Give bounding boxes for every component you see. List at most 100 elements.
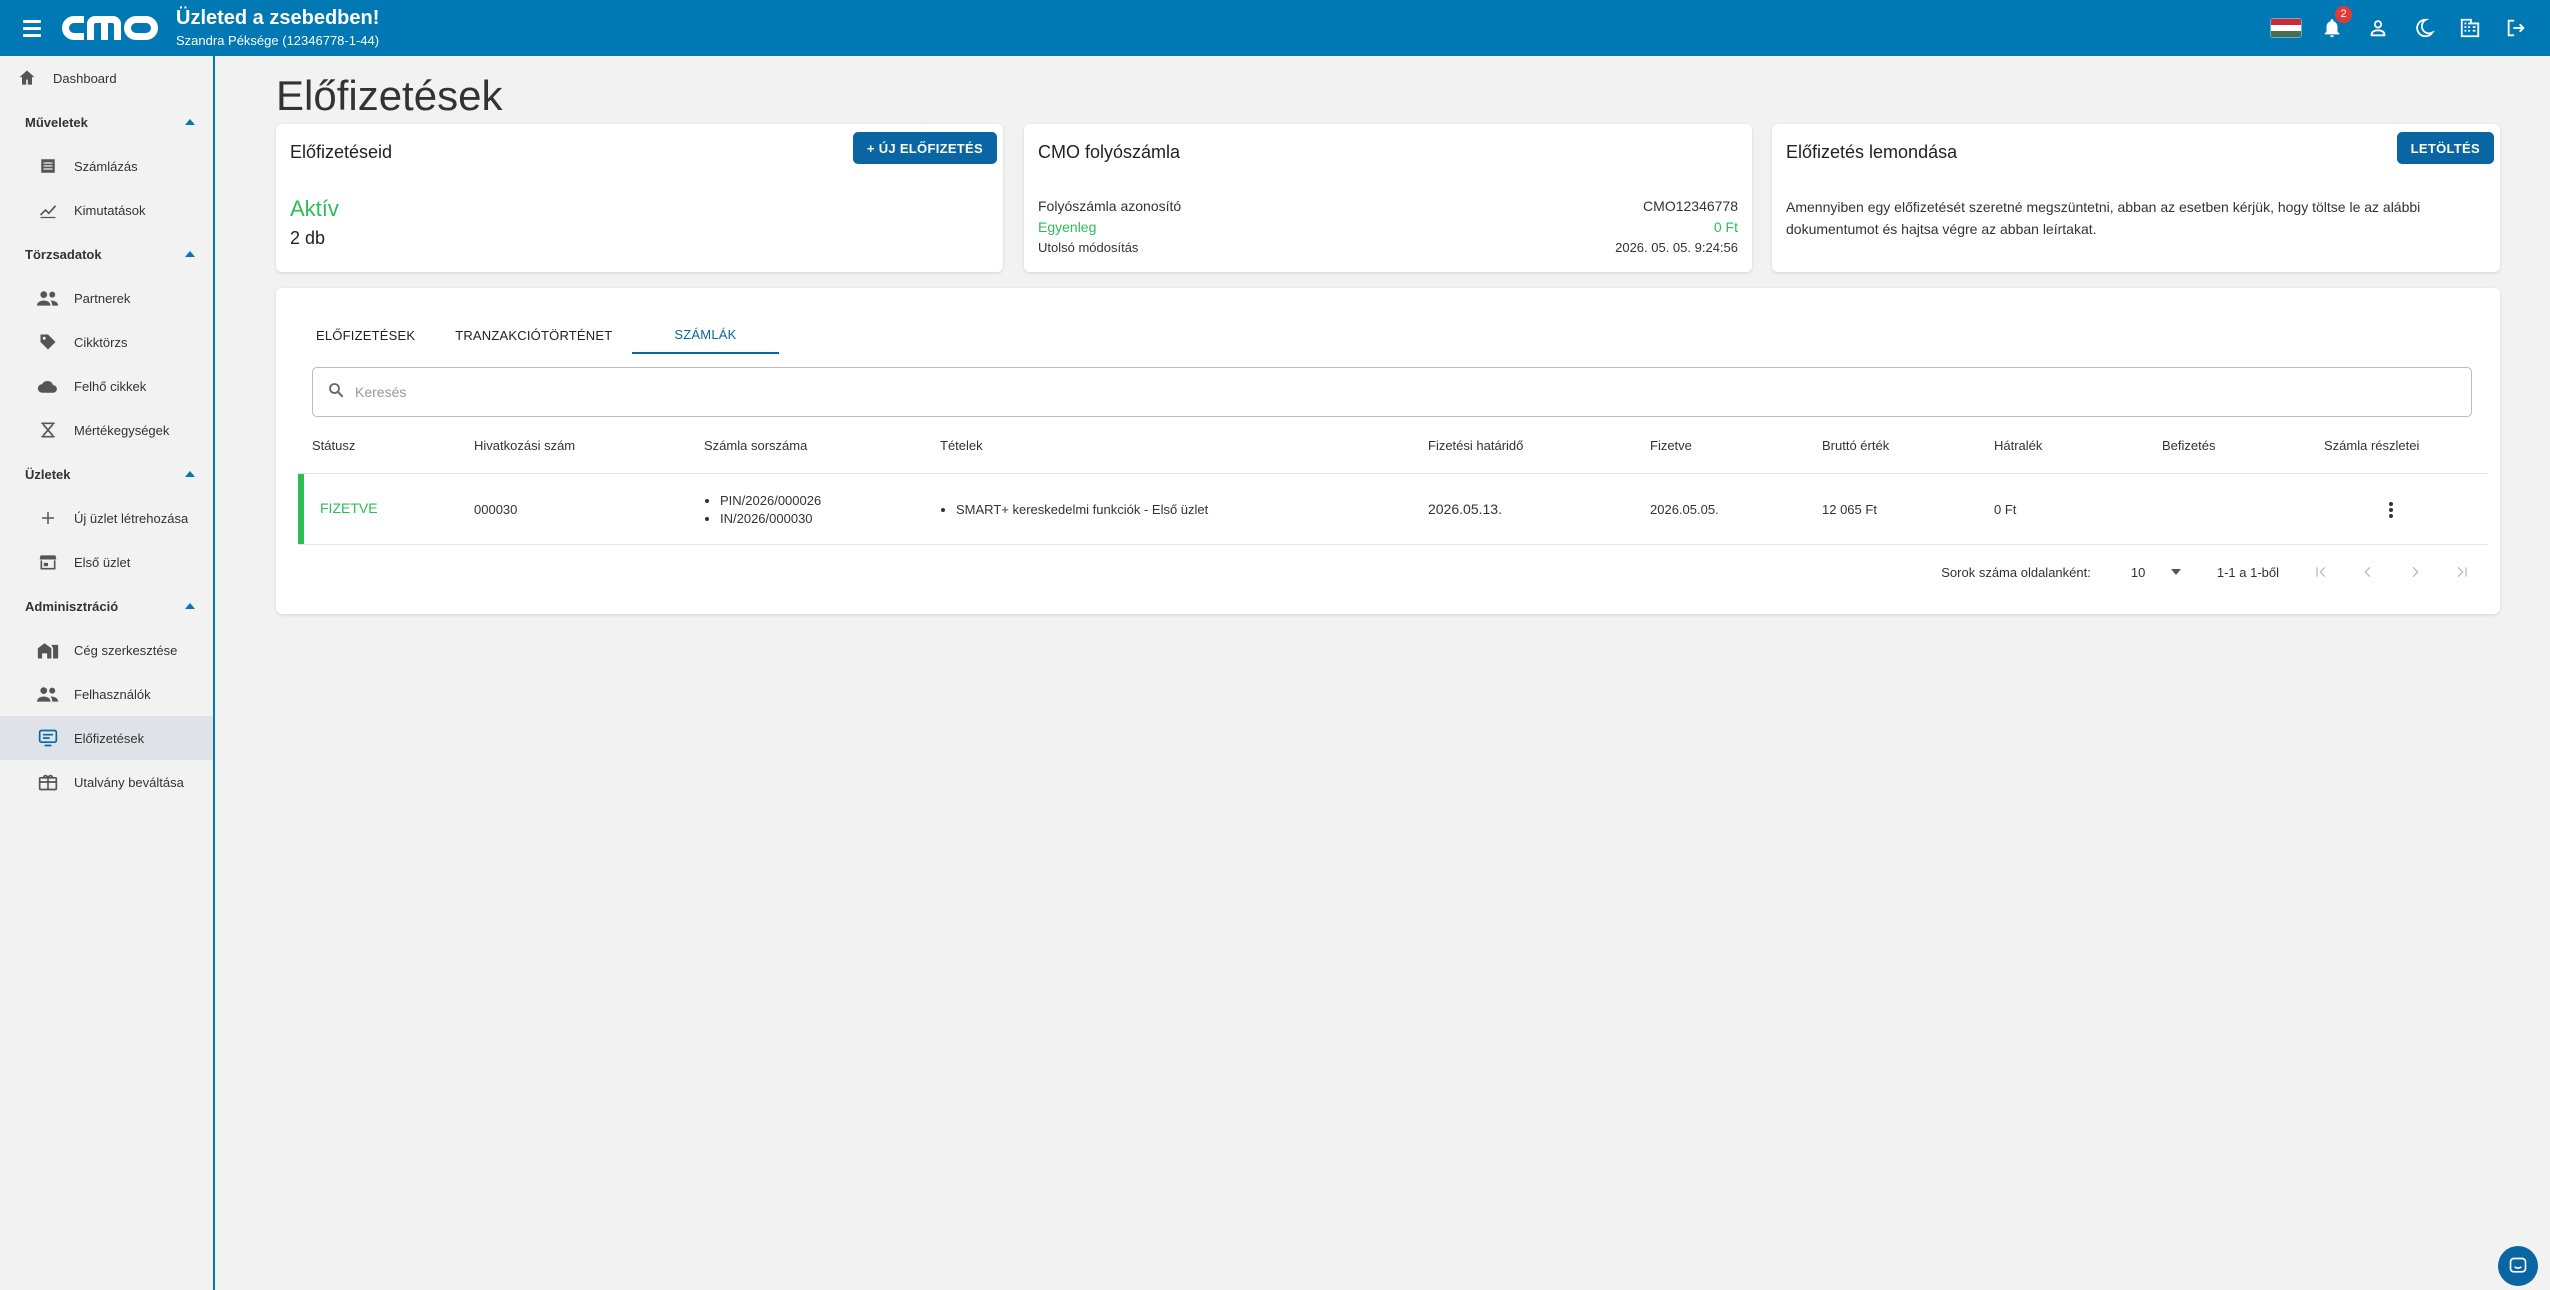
page-range: 1-1 a 1-ből (2216, 564, 2279, 580)
invoice-icon (37, 155, 59, 177)
chat-support-icon[interactable] (2498, 1246, 2538, 1286)
sidebar-item-label: Felhasználók (74, 686, 151, 702)
list-item[interactable]: IN/2026/000030 (720, 510, 821, 528)
balance-label: Egyenleg (1038, 219, 1097, 235)
tab-szamlak[interactable]: SZÁMLÁK (632, 316, 779, 354)
sidebar-item-label: Felhő cikkek (74, 378, 147, 394)
sidebar-item-utalvany[interactable]: Utalvány beváltása (0, 760, 213, 804)
sidebar-item-label: Cikktörzs (74, 334, 128, 350)
sidebar-section-uzletek[interactable]: Üzletek (0, 452, 213, 496)
tab-elofizetesek[interactable]: ELŐFIZETÉSEK (296, 316, 435, 354)
tab-tranzakciotortenet[interactable]: TRANZAKCIÓTÖRTÉNET (435, 316, 632, 354)
list-item[interactable]: PIN/2026/000026 (720, 492, 821, 510)
plus-icon (37, 507, 59, 529)
account-id-row: Folyószámla azonosító CMO12346778 (1038, 198, 1738, 214)
cmo-logo[interactable] (58, 8, 166, 48)
sidebar-section-adminisztracio[interactable]: Adminisztráció (0, 584, 213, 628)
collapse-icon (185, 251, 195, 257)
sidebar-section-torzsadatok[interactable]: Törzsadatok (0, 232, 213, 276)
hungarian-flag-icon[interactable] (2270, 12, 2302, 44)
sidebar-item-label: Cég szerkesztése (74, 642, 178, 658)
store-icon (37, 551, 59, 573)
sidebar-item-cikktorzs[interactable]: Cikktörzs (0, 320, 213, 364)
col-arrears[interactable]: Hátralék (1994, 438, 2042, 453)
first-page-icon[interactable] (2303, 556, 2339, 588)
sidebar-section-muveletek[interactable]: Műveletek (0, 100, 213, 144)
voucher-icon (37, 771, 59, 793)
col-details[interactable]: Számla részletei (2324, 438, 2419, 453)
search-input[interactable] (355, 384, 2471, 400)
cancel-instructions: Amennyiben egy előfizetését szeretné meg… (1786, 199, 2421, 237)
sidebar-item-label: Számlázás (74, 158, 138, 174)
sidebar-item-elso-uzlet[interactable]: Első üzlet (0, 540, 213, 584)
col-paid[interactable]: Fizetve (1650, 438, 1692, 453)
arrears-value: 0 Ft (1994, 502, 2017, 517)
sidebar-item-label: Első üzlet (74, 554, 131, 570)
rows-per-page-select[interactable]: 10 (2131, 565, 2181, 580)
subscription-count: 2 db (290, 228, 326, 248)
section-label: Adminisztráció (25, 598, 119, 614)
sidebar-item-label: Partnerek (74, 290, 131, 306)
last-page-icon[interactable] (2444, 556, 2480, 588)
tag-icon (37, 331, 59, 353)
notification-badge: 2 (2335, 6, 2352, 23)
sidebar-item-label: Előfizetések (74, 730, 145, 746)
modified-label: Utolsó módosítás (1038, 240, 1139, 255)
account-card: CMO folyószámla Folyószámla azonosító CM… (1024, 124, 1752, 272)
sidebar-item-szamlazas[interactable]: Számlázás (0, 144, 213, 188)
subscriptions-card: Előfizetéseid + ÚJ ELŐFIZETÉS Aktív 2 db (276, 124, 1003, 272)
account-id-label: Folyószámla azonosító (1038, 198, 1182, 214)
account-id-value: CMO12346778 (1643, 198, 1738, 214)
logout-icon[interactable] (2500, 12, 2532, 44)
dark-mode-icon[interactable] (2408, 12, 2440, 44)
col-invoice-number[interactable]: Számla sorszáma (704, 438, 807, 453)
trending-icon (37, 199, 59, 221)
sidebar-item-felho-cikkek[interactable]: Felhő cikkek (0, 364, 213, 408)
modified-row: Utolsó módosítás 2026. 05. 05. 9:24:56 (1038, 240, 1738, 255)
home-icon (16, 67, 38, 89)
col-due-date[interactable]: Fizetési határidő (1428, 438, 1523, 453)
collapse-icon (185, 471, 195, 477)
col-items[interactable]: Tételek (940, 438, 983, 453)
collapse-icon (185, 119, 195, 125)
col-gross[interactable]: Bruttó érték (1822, 438, 1889, 453)
notification-bell-icon[interactable]: 2 (2316, 6, 2352, 44)
sidebar-item-label: Mértékegységek (74, 422, 170, 438)
sidebar-item-elofizetesek[interactable]: Előfizetések (0, 716, 213, 760)
more-vert-icon[interactable] (2379, 496, 2403, 524)
col-status[interactable]: Státusz (312, 438, 355, 453)
next-page-icon[interactable] (2397, 556, 2433, 588)
balance-row: Egyenleg 0 Ft (1038, 219, 1738, 235)
search-box (312, 367, 2472, 417)
user-profile-icon[interactable] (2362, 12, 2394, 44)
sidebar-item-label: Utalvány beváltása (74, 774, 184, 790)
cloud-icon (37, 375, 59, 397)
section-label: Üzletek (25, 466, 71, 482)
sidebar-item-uj-uzlet[interactable]: Új üzlet létrehozása (0, 496, 213, 540)
rows-per-page-value: 10 (2130, 564, 2146, 580)
gross-value: 12 065 Ft (1822, 502, 1877, 517)
col-payment[interactable]: Befizetés (2162, 438, 2215, 453)
card-title: Előfizetés lemondása (1786, 142, 1958, 162)
prev-page-icon[interactable] (2350, 556, 2386, 588)
sidebar-item-mertekegysegek[interactable]: Mértékegységek (0, 408, 213, 452)
items-list: SMART+ kereskedelmi funkciók - Első üzle… (940, 501, 1208, 519)
sidebar-item-ceg-szerkesztese[interactable]: Cég szerkesztése (0, 628, 213, 672)
company-building-icon[interactable] (2454, 12, 2486, 44)
menu-icon[interactable] (20, 14, 48, 42)
download-button[interactable]: LETÖLTÉS (2396, 132, 2494, 164)
collapse-icon (185, 603, 195, 609)
people-icon (37, 287, 59, 309)
rows-per-page-label: Sorok száma oldalanként: (1941, 564, 2091, 580)
sidebar-item-kimutatasok[interactable]: Kimutatások (0, 188, 213, 232)
table-header: Státusz Hivatkozási szám Számla sorszáma… (312, 438, 2488, 464)
list-item: SMART+ kereskedelmi funkciók - Első üzle… (956, 501, 1208, 519)
subscription-icon (37, 727, 59, 749)
new-subscription-button[interactable]: + ÚJ ELŐFIZETÉS (852, 132, 997, 164)
sidebar-item-partnerek[interactable]: Partnerek (0, 276, 213, 320)
col-reference[interactable]: Hivatkozási szám (474, 438, 575, 453)
sidebar-item-felhasznalok[interactable]: Felhasználók (0, 672, 213, 716)
sidebar-item-dashboard[interactable]: Dashboard (0, 56, 213, 100)
table-row[interactable]: FIZETVE 000030 PIN/2026/000026 IN/2026/0… (298, 473, 2488, 545)
section-label: Műveletek (25, 114, 88, 130)
